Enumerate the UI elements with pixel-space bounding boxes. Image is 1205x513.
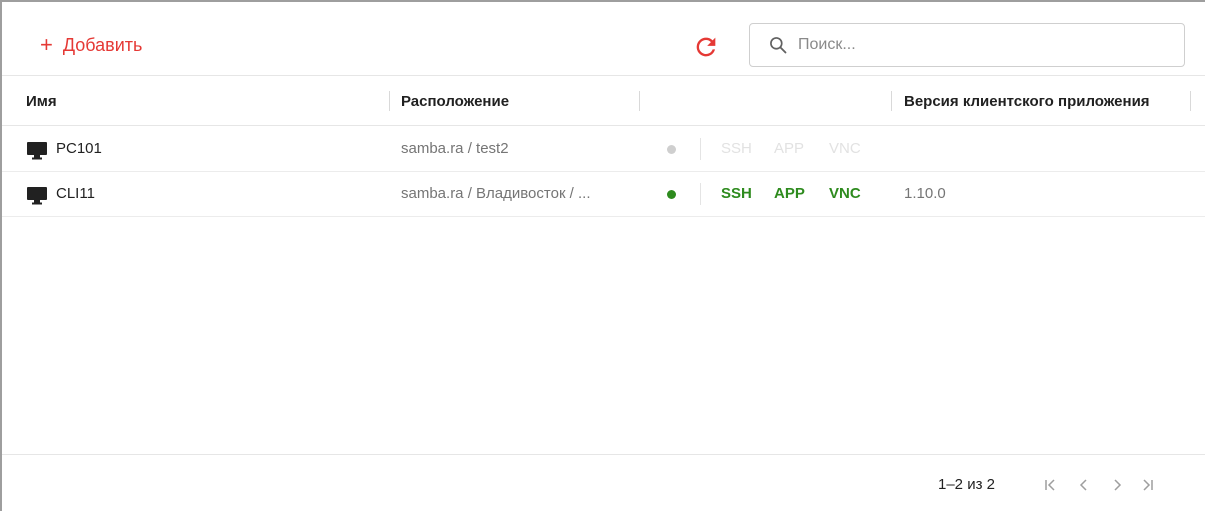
next-page-icon[interactable] <box>1109 477 1125 493</box>
column-header-location[interactable]: Расположение <box>401 93 509 110</box>
devices-panel: + Добавить Имя Расположение Версия клиен… <box>0 0 1205 511</box>
divider <box>700 138 701 160</box>
toolbar: + Добавить <box>2 2 1205 76</box>
column-resize-handle[interactable] <box>389 91 390 111</box>
plus-icon: + <box>40 32 53 57</box>
add-button[interactable]: + Добавить <box>40 30 142 60</box>
refresh-button[interactable] <box>692 33 720 61</box>
table-row[interactable]: PC101 samba.ra / test2 SSH APP VNC <box>2 127 1205 172</box>
ssh-link[interactable]: SSH <box>721 140 752 157</box>
divider <box>700 183 701 205</box>
search-icon <box>770 37 787 54</box>
column-header-client-version[interactable]: Версия клиентского приложения <box>904 93 1150 110</box>
search-box[interactable] <box>749 23 1185 67</box>
vnc-link[interactable]: VNC <box>829 185 861 202</box>
monitor-icon <box>27 187 47 205</box>
prev-page-icon[interactable] <box>1076 477 1092 493</box>
device-name: CLI11 <box>56 185 95 202</box>
vnc-link[interactable]: VNC <box>829 140 861 157</box>
first-page-icon[interactable] <box>1043 477 1059 493</box>
search-input[interactable] <box>798 36 1158 54</box>
app-link[interactable]: APP <box>774 140 804 157</box>
status-dot-online <box>667 190 676 199</box>
table-header: Имя Расположение Версия клиентского прил… <box>2 77 1205 126</box>
ssh-link[interactable]: SSH <box>721 185 752 202</box>
monitor-icon <box>27 142 47 160</box>
refresh-icon <box>696 37 716 57</box>
app-link[interactable]: APP <box>774 185 805 202</box>
table-row[interactable]: CLI11 samba.ra / Владивосток / ... SSH A… <box>2 172 1205 217</box>
column-resize-handle[interactable] <box>639 91 640 111</box>
add-button-label: Добавить <box>62 34 143 55</box>
device-location: samba.ra / Владивосток / ... <box>401 185 591 202</box>
device-location: samba.ra / test2 <box>401 140 509 157</box>
column-resize-handle[interactable] <box>891 91 892 111</box>
column-header-name[interactable]: Имя <box>26 93 57 110</box>
last-page-icon[interactable] <box>1139 477 1155 493</box>
column-resize-handle[interactable] <box>1190 91 1191 111</box>
client-version: 1.10.0 <box>904 185 946 202</box>
status-dot-offline <box>667 145 676 154</box>
device-name: PC101 <box>56 140 102 157</box>
pagination-bar: 1–2 из 2 <box>2 454 1205 513</box>
pagination-range: 1–2 из 2 <box>938 476 995 493</box>
